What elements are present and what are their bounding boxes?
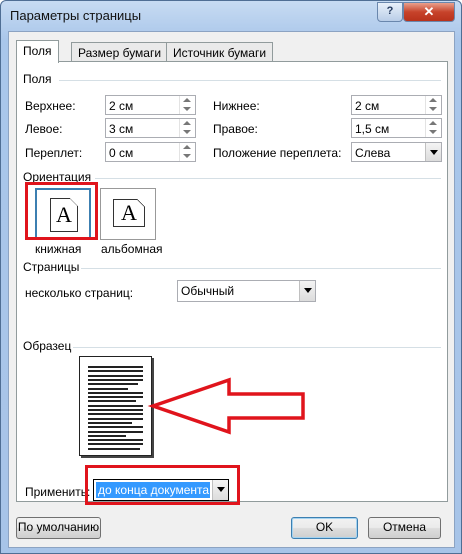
preview-text-line [88,443,143,446]
multiple-pages-label: несколько страниц: [25,286,134,300]
group-divider [59,80,441,81]
apply-to-value: до конца документа [96,482,210,498]
portrait-page-icon: A [50,198,78,232]
preview-text-line [88,396,143,399]
portrait-button[interactable]: A [35,188,91,240]
portrait-label: книжная [35,242,82,256]
preview-text-line [88,409,143,411]
bottom-margin-value: 2 см [355,99,380,113]
top-margin-spinner[interactable] [179,96,195,114]
left-arrow-icon [147,377,305,435]
top-margin-label: Верхнее: [25,99,76,113]
right-margin-value: 1,5 см [355,122,390,136]
bottom-margin-label: Нижнее: [213,99,260,113]
preview-text-line [88,370,143,373]
top-margin-field[interactable]: 2 см [105,95,196,115]
preview-text-line [88,413,143,416]
apply-label: Применить: [25,485,91,499]
cancel-button[interactable]: Отмена [368,517,441,539]
group-divider [95,178,441,179]
margins-panel: Поля Верхнее: 2 см Нижнее: 2 см Левое: 3… [16,61,448,505]
left-margin-field[interactable]: 3 см [105,118,196,138]
preview-text-line [88,417,143,420]
arrow-annotation [147,377,305,435]
left-margin-label: Левое: [25,122,63,136]
preview-text-line [88,383,138,386]
landscape-label: альбомная [101,242,163,256]
preview-text-line [88,426,143,429]
preview-group-label: Образец [23,339,72,353]
preview-text-line [88,366,143,368]
chevron-down-icon[interactable] [425,143,441,161]
bottom-margin-field[interactable]: 2 см [351,95,442,115]
right-margin-spinner[interactable] [425,119,441,137]
group-divider [73,347,441,348]
set-default-button[interactable]: По умолчанию [16,517,101,539]
preview-text-line [88,434,126,437]
margins-group-label: Поля [23,72,52,86]
gutter-field[interactable]: 0 см [105,142,196,162]
gutter-position-select[interactable]: Слева [351,142,442,162]
help-button[interactable]: ? [377,2,403,22]
preview-text-line [88,400,136,403]
close-button[interactable]: ✕ [403,2,455,22]
right-margin-field[interactable]: 1,5 см [351,118,442,138]
top-margin-value: 2 см [109,99,134,113]
gutter-value: 0 см [109,146,134,160]
preview-text-line [88,439,143,442]
orientation-group-label: Ориентация [23,170,92,184]
group-divider [81,268,441,269]
preview-text-line [88,430,143,433]
chevron-down-icon[interactable] [299,281,315,301]
tab-paper-source[interactable]: Источник бумаги [166,42,274,62]
multiple-pages-select[interactable]: Обычный [177,280,316,302]
preview-text-line [88,391,143,394]
apply-to-select[interactable]: до конца документа [93,479,229,501]
landscape-button[interactable]: A [100,188,156,240]
preview-text-line [88,404,143,407]
preview-page [79,356,152,456]
multiple-pages-value: Обычный [181,284,235,298]
preview-text-line [88,374,143,377]
landscape-page-icon: A [113,199,145,227]
title-bar[interactable]: Параметры страницы ? ✕ [1,1,461,31]
pages-group-label: Страницы [23,260,80,274]
preview-text-line [88,421,132,424]
tab-margins[interactable]: Поля [16,40,59,63]
preview-text-line [88,447,140,450]
tab-paper-size[interactable]: Размер бумаги [71,42,169,62]
left-margin-value: 3 см [109,122,134,136]
preview-text-line [88,387,128,390]
bottom-margin-spinner[interactable] [425,96,441,114]
window-title: Параметры страницы [10,8,142,23]
chevron-down-icon[interactable] [212,480,228,500]
gutter-label: Переплет: [25,146,83,160]
ok-button[interactable]: OK [291,517,358,539]
preview-text-line [88,378,143,381]
gutter-spinner[interactable] [179,143,195,161]
left-margin-spinner[interactable] [179,119,195,137]
gutter-position-value: Слева [355,146,391,160]
gutter-position-label: Положение переплета: [213,146,342,160]
page-setup-dialog: Параметры страницы ? ✕ Поля Размер бумаг… [0,0,462,554]
dialog-body: Поля Размер бумаги Источник бумаги Поля … [8,31,455,548]
right-margin-label: Правое: [213,122,258,136]
